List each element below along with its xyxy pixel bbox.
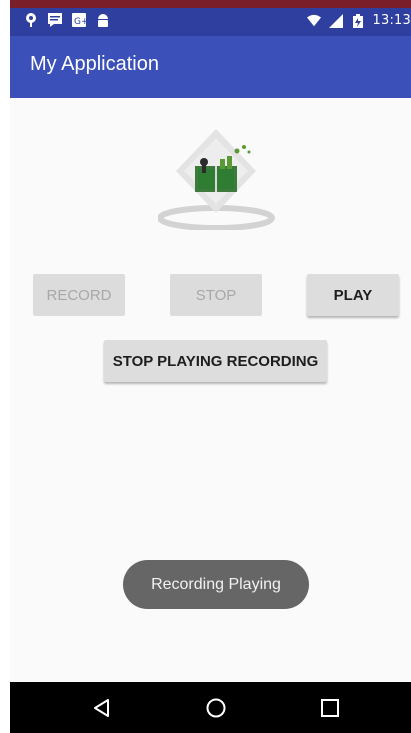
stop-button[interactable]: STOP (170, 274, 262, 316)
phone-screen: G+ 13:13 My Application RECORD STOP PLAY… (10, 8, 411, 733)
app-title: My Application (30, 53, 159, 75)
battery-icon (351, 13, 365, 28)
toast-message: Recording Playing (123, 560, 309, 609)
message-icon (48, 13, 62, 27)
navigation-bar (10, 682, 411, 733)
tutorialspoint-logo-icon (157, 124, 278, 231)
android-icon (96, 13, 110, 27)
recents-icon[interactable] (316, 694, 344, 722)
device-frame-top (0, 0, 411, 8)
wifi-icon (306, 14, 321, 28)
status-bar: G+ 13:13 (10, 8, 411, 36)
home-icon[interactable] (202, 694, 230, 722)
status-system-icons: 13:13 (306, 13, 411, 28)
location-icon (24, 13, 38, 27)
status-time: 13:13 (372, 13, 411, 28)
stop-playing-recording-button[interactable]: STOP PLAYING RECORDING (104, 340, 327, 382)
signal-icon (328, 13, 343, 28)
play-button[interactable]: PLAY (307, 274, 399, 316)
svg-text:G+: G+ (74, 17, 86, 27)
app-bar: My Application (10, 36, 411, 98)
record-button[interactable]: RECORD (33, 274, 125, 316)
main-content: RECORD STOP PLAY STOP PLAYING RECORDING … (10, 98, 411, 682)
status-notification-icons: G+ (24, 13, 110, 27)
back-icon[interactable] (88, 694, 116, 722)
device-frame-left (0, 0, 10, 733)
google-plus-icon: G+ (72, 13, 86, 27)
